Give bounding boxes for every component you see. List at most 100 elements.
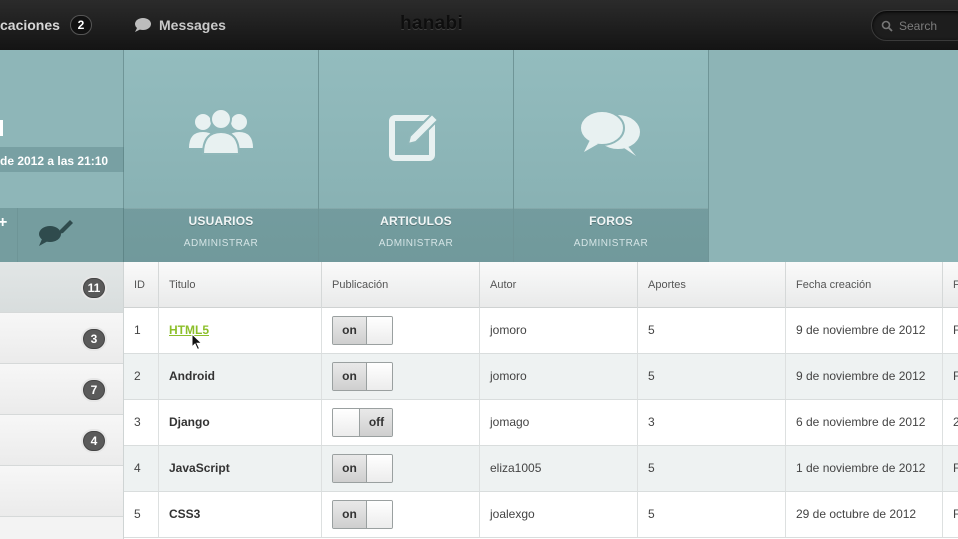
toggle-knob — [367, 455, 392, 482]
sidebar-count-badge: 3 — [83, 329, 105, 349]
cell-title: HTML5 — [159, 308, 322, 353]
article-title-link[interactable]: CSS3 — [169, 507, 200, 521]
publish-toggle[interactable]: on — [332, 500, 393, 529]
top-navbar: caciones 2 Messages hanabi — [0, 0, 958, 50]
table-row: 5 CSS3 on joalexgo 5 29 de octubre de 2012 F — [124, 492, 958, 538]
search-input[interactable] — [899, 17, 958, 35]
toggle-knob — [333, 409, 359, 436]
sidebar-item-4[interactable]: 4 — [0, 415, 123, 466]
col-header-fecha[interactable]: Fecha creación — [786, 262, 943, 308]
new-comment-button[interactable] — [36, 218, 76, 248]
search-box[interactable] — [871, 10, 958, 41]
cell-publicacion: on — [322, 446, 480, 491]
table-header: ID Titulo Publicación Autor Aportes Fech… — [124, 262, 958, 308]
dashboard-panel: de 2012 a las 21:10 + USUARIOS ADMINISTR — [0, 50, 958, 262]
add-button[interactable]: + — [0, 214, 14, 232]
cell-publicacion: on — [322, 308, 480, 353]
cell-autor: jomoro — [480, 354, 638, 399]
cell-fecha: 9 de noviembre de 2012 — [786, 308, 943, 353]
comment-pencil-icon — [39, 220, 73, 246]
publish-toggle[interactable]: on — [332, 316, 393, 345]
mouse-cursor-icon — [191, 333, 203, 351]
profile-marker — [0, 120, 3, 136]
sidebar: 11 3 7 4 — [0, 262, 124, 539]
cell-autor: jomago — [480, 400, 638, 445]
cell-id: 5 — [124, 492, 159, 537]
cell-publicacion: on — [322, 492, 480, 537]
cell-extra: F — [953, 369, 958, 383]
sidebar-item-3[interactable]: 7 — [0, 364, 123, 415]
tile-usuarios-label: USUARIOS — [188, 214, 254, 228]
toggle-knob — [367, 317, 392, 344]
cell-fecha: 1 de noviembre de 2012 — [786, 446, 943, 491]
cell-title: CSS3 — [159, 492, 322, 537]
cell-publicacion: on — [322, 354, 480, 399]
col-header-titulo[interactable]: Titulo — [159, 262, 322, 308]
sidebar-item-5[interactable] — [0, 466, 123, 517]
tile-articulos[interactable]: ARTICULOS ADMINISTRAR — [319, 50, 514, 262]
cell-extra: F — [953, 461, 958, 475]
cell-fecha: 29 de octubre de 2012 — [786, 492, 943, 537]
toggle-knob — [367, 501, 392, 528]
sidebar-count-badge: 7 — [83, 380, 105, 400]
toggle-knob — [367, 363, 392, 390]
cell-title: JavaScript — [159, 446, 322, 491]
cell-autor: joalexgo — [480, 492, 638, 537]
publish-toggle[interactable]: on — [332, 362, 393, 391]
last-login-date: de 2012 a las 21:10 — [0, 154, 109, 168]
toggle-on-label: on — [333, 501, 367, 528]
cell-publicacion: off — [322, 400, 480, 445]
cell-title: Android — [159, 354, 322, 399]
table-row: 1 HTML5 on jomoro 5 9 de noviembre de 2012 F — [124, 308, 958, 354]
tile-articulos-label: ARTICULOS — [380, 214, 452, 228]
toggle-on-label: on — [333, 363, 367, 390]
table-row: 2 Android on jomoro 5 9 de noviembre de 2012 F — [124, 354, 958, 400]
tile-foros[interactable]: FOROS ADMINISTRAR — [514, 50, 709, 262]
publish-toggle[interactable]: on — [332, 454, 393, 483]
dashboard-empty-area — [709, 50, 958, 262]
toggle-on-label: on — [333, 317, 367, 344]
cell-autor: jomoro — [480, 308, 638, 353]
sidebar-count-badge: 4 — [83, 431, 105, 451]
notifications-link[interactable]: caciones — [0, 15, 60, 35]
table-row: 3 Django off jomago 3 6 de noviembre de 2012 2 — [124, 400, 958, 446]
cell-extra: F — [953, 507, 958, 521]
profile-tile: de 2012 a las 21:10 + — [0, 50, 124, 262]
col-header-extra[interactable]: F — [943, 262, 958, 308]
col-header-publicacion[interactable]: Publicación — [322, 262, 480, 308]
article-title-link[interactable]: Django — [169, 415, 210, 429]
articles-table: ID Titulo Publicación Autor Aportes Fech… — [124, 262, 958, 539]
cell-id: 4 — [124, 446, 159, 491]
article-title-link[interactable]: HTML5 — [169, 323, 209, 337]
tile-usuarios-sub: ADMINISTRAR — [183, 238, 259, 249]
cell-extra: 2 — [953, 415, 958, 429]
article-title-link[interactable]: JavaScript — [169, 461, 230, 475]
divider — [17, 208, 18, 262]
chat-bubble-icon — [135, 18, 151, 32]
cell-autor: eliza1005 — [480, 446, 638, 491]
cell-id: 1 — [124, 308, 159, 353]
cell-id: 2 — [124, 354, 159, 399]
cell-id: 3 — [124, 400, 159, 445]
forum-icon — [514, 108, 708, 164]
col-header-id[interactable]: ID — [124, 262, 159, 308]
col-header-autor[interactable]: Autor — [480, 262, 638, 308]
publish-toggle[interactable]: off — [332, 408, 393, 437]
cell-fecha: 9 de noviembre de 2012 — [786, 354, 943, 399]
sidebar-item-1[interactable]: 11 — [0, 262, 123, 313]
col-header-aportes[interactable]: Aportes — [638, 262, 786, 308]
cell-title: Django — [159, 400, 322, 445]
brand-logo[interactable]: hanabi — [400, 13, 463, 35]
messages-label: Messages — [159, 17, 226, 33]
users-icon — [124, 108, 318, 164]
notifications-count-badge[interactable]: 2 — [70, 15, 92, 35]
article-title-link[interactable]: Android — [169, 369, 215, 383]
cell-extra: F — [953, 323, 958, 337]
cell-fecha: 6 de noviembre de 2012 — [786, 400, 943, 445]
search-icon — [881, 20, 893, 32]
sidebar-count-badge: 11 — [83, 278, 105, 298]
tile-usuarios[interactable]: USUARIOS ADMINISTRAR — [124, 50, 319, 262]
sidebar-item-2[interactable]: 3 — [0, 313, 123, 364]
toggle-off-label: off — [359, 409, 392, 436]
cell-aportes: 5 — [638, 492, 786, 537]
